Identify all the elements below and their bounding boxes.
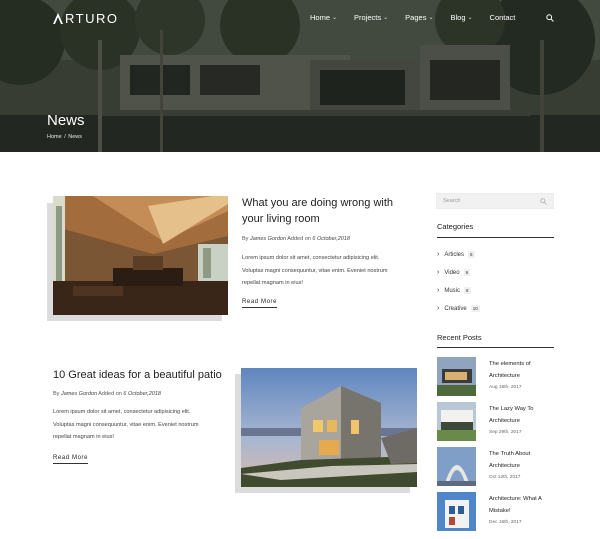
chevron-right-icon: › [437,269,440,276]
nav-projects[interactable]: Projects ⌄ [354,13,388,22]
chevron-down-icon: ⌄ [383,15,389,21]
recent-post-title-line: Architecture: What A [489,496,542,502]
meta-author[interactable]: James Gordon [250,236,286,242]
nav-contact[interactable]: Contact [490,13,516,22]
meta-author[interactable]: James Gordon [61,391,97,397]
logo-a-icon [53,13,63,24]
nav-home[interactable]: Home ⌄ [310,13,337,22]
page-title: News [47,112,85,129]
chevron-down-icon: ⌄ [428,15,434,21]
recent-post-title[interactable]: Architecture: What A Mistake! [489,494,555,517]
recent-post-title-line: Mistake! [489,507,511,514]
excerpt-line: repellat magnam in eius! [53,434,114,440]
recent-post-date: Aug 18th, 2017 [489,385,522,390]
divider [437,237,554,238]
recent-post-title[interactable]: The elements of Architecture [489,359,555,382]
recent-post-date: Dec 16th, 2017 [489,520,522,525]
logo-text: RTURO [65,11,119,26]
recent-post-thumbnail[interactable] [437,447,476,486]
breadcrumb-home[interactable]: Home [47,134,62,140]
breadcrumb-separator: / [62,134,68,140]
category-count: 5 [468,251,475,258]
chevron-right-icon: › [437,287,440,294]
excerpt-line: Lorem ipsum dolor sit amet, consectetur … [53,409,191,415]
post-title-line: What you are doing wrong with [242,197,394,209]
category-count: 8 [464,287,471,294]
category-label: Music [444,287,461,294]
site-logo[interactable]: RTURO [52,11,118,26]
post-image-living-room[interactable] [53,196,228,315]
recent-post-title-line: The Lazy Way To [489,406,534,412]
post-title[interactable]: 10 Great ideas for a beautiful patio [53,367,233,383]
chevron-down-icon: ⌄ [467,15,473,21]
chevron-down-icon: ⌄ [332,15,338,21]
recent-post-item[interactable]: The Lazy Way To Architecture Sep 29th, 2… [437,402,554,442]
excerpt-line: Voluptas magni consequuntur, vitae enim.… [53,421,199,428]
divider [437,347,554,348]
recent-posts-heading: Recent Posts [437,333,482,342]
search-icon[interactable] [540,198,547,205]
meta-date: 6 October,2018 [312,236,350,242]
category-item-articles[interactable]: › Articles 5 [437,251,475,258]
excerpt-line: Voluptas magni consequuntur, vitae enim.… [242,267,388,274]
recent-post-title[interactable]: The Lazy Way To Architecture [489,404,555,427]
search-placeholder: Search [443,198,461,204]
categories-heading: Categories [437,222,474,231]
post-title-line: your living room [242,213,320,225]
read-more-link[interactable]: Read More [53,455,89,464]
category-label: Video [444,269,460,276]
nav-contact-label: Contact [489,13,516,22]
post-excerpt: Lorem ipsum dolor sit amet, consectetur … [53,406,233,444]
post-meta: By James Gordon Added on 6 October,2018 [242,236,350,242]
recent-post-title[interactable]: The Truth About Architecture [489,449,555,472]
post-image-patio-house[interactable] [241,368,417,487]
category-item-creative[interactable]: › Creative 10 [437,305,480,312]
recent-post-thumbnail[interactable] [437,357,476,396]
meta-by: By [242,236,249,242]
read-more-link[interactable]: Read More [242,299,278,308]
chevron-right-icon: › [437,305,440,312]
sidebar-search-input[interactable]: Search [436,193,554,209]
meta-added: Added on [287,236,311,242]
recent-post-title-line: Architecture [489,417,520,424]
recent-post-thumbnail[interactable] [437,402,476,441]
category-item-music[interactable]: › Music 8 [437,287,471,294]
category-count: 9 [463,269,471,276]
post-meta: By James Gordon Added on 6 October,2018 [53,391,161,397]
category-count: 10 [470,305,480,312]
nav-blog[interactable]: Blog ⌄ [450,13,472,22]
nav-blog-label: Blog [450,13,466,22]
meta-by: By [53,391,60,397]
search-icon[interactable] [546,14,554,22]
meta-date: 6 October,2018 [123,391,161,397]
recent-post-item[interactable]: Architecture: What A Mistake! Dec 16th, … [437,492,554,532]
nav-pages-label: Pages [405,13,427,22]
breadcrumb-current: News [68,134,83,140]
category-item-video[interactable]: › Video 9 [437,269,471,276]
recent-post-thumbnail[interactable] [437,492,476,531]
recent-post-date: Oct 12th, 2017 [489,475,521,480]
recent-post-item[interactable]: The Truth About Architecture Oct 12th, 2… [437,447,554,487]
recent-post-item[interactable]: The elements of Architecture Aug 18th, 2… [437,357,554,397]
breadcrumb: Home / News [47,134,83,140]
category-label: Articles [444,251,465,258]
main-nav: Home ⌄ Projects ⌄ Pages ⌄ Blog ⌄ Contact [310,13,532,22]
recent-post-title-line: Architecture [489,372,520,379]
post-title-line: 10 Great ideas for a beautiful patio [53,369,222,381]
recent-post-title-line: The elements of [489,361,531,367]
nav-home-label: Home [310,13,331,22]
recent-post-title-line: The Truth About [489,451,531,457]
nav-pages[interactable]: Pages ⌄ [405,13,433,22]
meta-added: Added on [98,391,122,397]
post-title[interactable]: What you are doing wrong with your livin… [242,195,417,227]
excerpt-line: repellat magnam in eius! [242,280,303,286]
category-label: Creative [444,305,467,312]
nav-projects-label: Projects [354,13,382,22]
chevron-right-icon: › [437,251,440,258]
post-excerpt: Lorem ipsum dolor sit amet, consectetur … [242,252,422,290]
excerpt-line: Lorem ipsum dolor sit amet, consectetur … [242,255,380,261]
recent-post-title-line: Architecture [489,462,520,469]
recent-post-date: Sep 29th, 2017 [489,430,522,435]
hero-banner: RTURO Home ⌄ Projects ⌄ Pages ⌄ Blog ⌄ Conta… [0,0,600,152]
